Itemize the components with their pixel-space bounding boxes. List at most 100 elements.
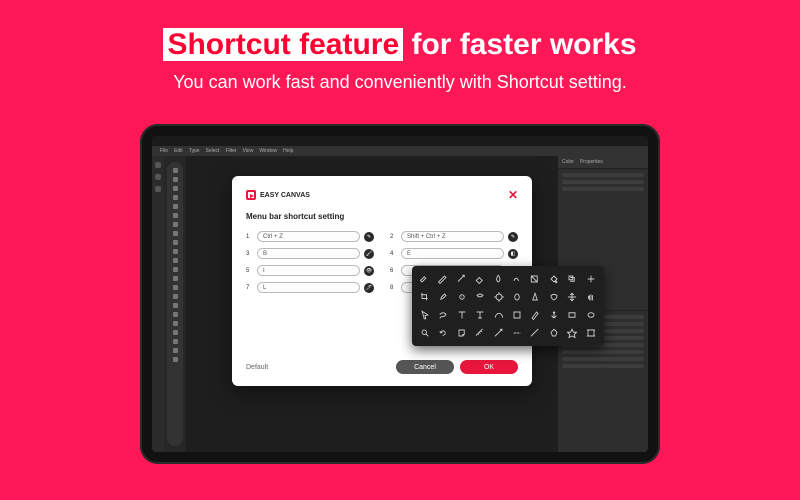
- menu-item[interactable]: File: [160, 148, 168, 154]
- hand-icon[interactable]: [584, 290, 598, 304]
- smudge-icon[interactable]: [510, 272, 524, 286]
- pencil-icon[interactable]: [436, 272, 450, 286]
- brush-icon[interactable]: [418, 272, 432, 286]
- spot-icon[interactable]: [455, 290, 469, 304]
- eyedrop-icon[interactable]: [436, 290, 450, 304]
- cursor-icon[interactable]: [418, 308, 432, 322]
- tool-icon[interactable]: [173, 276, 178, 281]
- shortcut-input[interactable]: I: [257, 265, 360, 276]
- crop-icon[interactable]: [418, 290, 432, 304]
- slice-icon[interactable]: [492, 326, 506, 340]
- rail-icon[interactable]: [155, 186, 161, 192]
- bucket-icon[interactable]: [547, 272, 561, 286]
- sponge-icon[interactable]: [547, 290, 561, 304]
- tool-icon[interactable]: [173, 258, 178, 263]
- menu-item[interactable]: Edit: [174, 148, 183, 154]
- lasso-icon[interactable]: [436, 308, 450, 322]
- panel-tab[interactable]: Properties: [580, 159, 603, 165]
- shortcut-input[interactable]: E: [401, 248, 504, 259]
- shortcut-input[interactable]: Shift + Ctrl + Z: [401, 231, 504, 242]
- shortcut-tool-icon[interactable]: ✎: [508, 232, 518, 242]
- dialog-title: Menu bar shortcut setting: [246, 212, 518, 221]
- pen-icon[interactable]: [528, 308, 542, 322]
- hero-title: Shortcut feature for faster works: [163, 28, 636, 62]
- clone-icon[interactable]: [565, 272, 579, 286]
- tool-icon[interactable]: [173, 168, 178, 173]
- ok-button[interactable]: OK: [460, 360, 518, 374]
- shortcut-index: 2: [390, 234, 397, 240]
- shortcut-tool-icon[interactable]: ◧: [508, 249, 518, 259]
- rail-icon[interactable]: [155, 162, 161, 168]
- menu-item[interactable]: Type: [189, 148, 200, 154]
- tool-icon[interactable]: [173, 222, 178, 227]
- cancel-button[interactable]: Cancel: [396, 360, 454, 374]
- tool-icon[interactable]: [173, 294, 178, 299]
- tool-icon[interactable]: [173, 285, 178, 290]
- tool-icon[interactable]: [173, 204, 178, 209]
- blur-icon[interactable]: [492, 272, 506, 286]
- shortcut-tool-icon[interactable]: 🖌: [364, 249, 374, 259]
- shortcut-row: 4E◧: [390, 248, 518, 259]
- brand: EASY CANVAS: [246, 190, 310, 200]
- count-icon[interactable]: [510, 326, 524, 340]
- tool-icon[interactable]: [173, 186, 178, 191]
- gradient-icon[interactable]: [528, 272, 542, 286]
- tool-icon[interactable]: [173, 267, 178, 272]
- app-titlebar: [152, 136, 648, 146]
- rotate-icon[interactable]: [436, 326, 450, 340]
- polygon-icon[interactable]: [547, 326, 561, 340]
- close-icon[interactable]: ✕: [508, 188, 518, 202]
- tool-icon[interactable]: [173, 231, 178, 236]
- menu-item[interactable]: Select: [206, 148, 220, 154]
- shortcut-input[interactable]: L: [257, 282, 360, 293]
- artboard-icon[interactable]: [584, 326, 598, 340]
- heal-icon[interactable]: [584, 272, 598, 286]
- hero-highlight: Shortcut feature: [163, 28, 403, 61]
- tool-icon[interactable]: [173, 249, 178, 254]
- panel-tab[interactable]: Color: [562, 159, 574, 165]
- type-icon[interactable]: [455, 308, 469, 322]
- shortcut-row: 5I👁: [246, 265, 374, 276]
- tool-icon[interactable]: [173, 357, 178, 362]
- menu-item[interactable]: Help: [283, 148, 293, 154]
- menu-item[interactable]: View: [243, 148, 254, 154]
- tool-icon[interactable]: [173, 240, 178, 245]
- tool-icon[interactable]: [173, 330, 178, 335]
- dodge-icon[interactable]: [492, 290, 506, 304]
- measure-icon[interactable]: [473, 326, 487, 340]
- shortcut-input[interactable]: Ctrl + Z: [257, 231, 360, 242]
- eraser-icon[interactable]: [473, 272, 487, 286]
- tool-icon[interactable]: [173, 321, 178, 326]
- menu-item[interactable]: Window: [259, 148, 277, 154]
- wand-icon[interactable]: [455, 272, 469, 286]
- shortcut-tool-icon[interactable]: 👁: [364, 266, 374, 276]
- tool-icon[interactable]: [173, 195, 178, 200]
- tool-icon[interactable]: [173, 312, 178, 317]
- path-icon[interactable]: [492, 308, 506, 322]
- burn-icon[interactable]: [510, 290, 524, 304]
- note-icon[interactable]: [455, 326, 469, 340]
- shortcut-tool-icon[interactable]: ✎: [364, 232, 374, 242]
- tool-icon[interactable]: [173, 339, 178, 344]
- tool-icon[interactable]: [173, 348, 178, 353]
- anchor-icon[interactable]: [547, 308, 561, 322]
- tool-icon[interactable]: [173, 303, 178, 308]
- zoom-icon[interactable]: [418, 326, 432, 340]
- shortcut-input[interactable]: B: [257, 248, 360, 259]
- rect-icon[interactable]: [565, 308, 579, 322]
- shape-icon[interactable]: [510, 308, 524, 322]
- tool-icon[interactable]: [173, 213, 178, 218]
- sharpen-icon[interactable]: [528, 290, 542, 304]
- type-v-icon[interactable]: [473, 308, 487, 322]
- tool-icon[interactable]: [173, 177, 178, 182]
- patch-icon[interactable]: [473, 290, 487, 304]
- move-icon[interactable]: [565, 290, 579, 304]
- menu-item[interactable]: Filter: [225, 148, 236, 154]
- rail-icon[interactable]: [155, 174, 161, 180]
- ellipse-icon[interactable]: [584, 308, 598, 322]
- custom-icon[interactable]: [565, 326, 579, 340]
- shortcut-tool-icon[interactable]: 🖊: [364, 283, 374, 293]
- line-icon[interactable]: [528, 326, 542, 340]
- default-button[interactable]: Default: [246, 364, 268, 371]
- hero-subtitle: You can work fast and conveniently with …: [173, 72, 627, 93]
